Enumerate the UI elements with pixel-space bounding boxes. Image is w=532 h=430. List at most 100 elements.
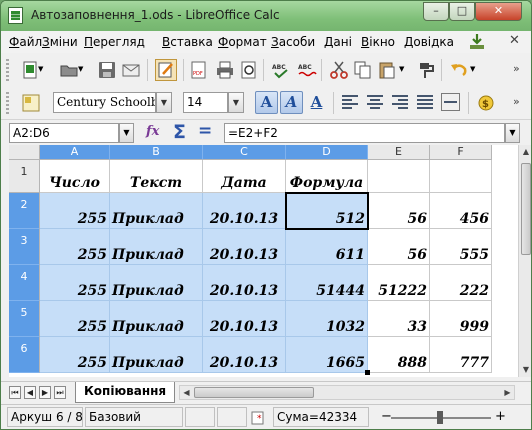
autofill-handle[interactable] [365,370,370,375]
align-left-icon[interactable] [341,93,360,111]
toolbar-grip[interactable] [6,59,9,81]
cell-b2[interactable]: Приклад [110,193,203,229]
vertical-scroll-thumb[interactable] [521,163,531,255]
cell-f4[interactable]: 222 [430,265,492,301]
function-wizard-icon[interactable]: fx [146,124,159,139]
cell-e5[interactable]: 33 [368,301,430,337]
column-header-c[interactable]: C [203,145,286,160]
align-right-icon[interactable] [391,93,410,111]
horizontal-scroll-thumb[interactable] [194,387,314,398]
clone-formatting-icon[interactable] [417,60,437,80]
row-header-1[interactable]: 1 [9,160,40,193]
close-button[interactable]: ✕ [475,2,522,21]
autospellcheck-icon[interactable]: ABC [297,60,317,80]
cell-d5[interactable]: 1032 [286,301,368,337]
column-header-a[interactable]: A [40,145,110,160]
cell-f2[interactable]: 456 [430,193,492,229]
styles-icon[interactable] [21,93,41,113]
cell-b4[interactable]: Приклад [110,265,203,301]
insert-mode-field[interactable] [185,407,215,427]
edit-mode-icon[interactable] [155,59,177,81]
menu-format[interactable]: Формат [218,35,267,49]
cell-b5[interactable]: Приклад [110,301,203,337]
first-sheet-icon[interactable]: ⏮ [9,386,21,399]
scroll-left-icon[interactable]: ◀ [180,386,193,399]
bold-button[interactable]: A [255,91,278,114]
close-document-icon[interactable]: ✕ [509,33,520,48]
horizontal-scrollbar[interactable]: ◀ ▶ [179,385,515,400]
cell-a3[interactable]: 255 [40,229,110,265]
sum-icon[interactable]: Σ [173,121,186,143]
paste-icon[interactable] [377,60,397,80]
cell-c2[interactable]: 20.10.13 [203,193,286,229]
select-all-corner[interactable] [9,145,40,160]
next-sheet-icon[interactable]: ▶ [39,386,51,399]
align-center-icon[interactable] [366,93,385,111]
cell-a2[interactable]: 255 [40,193,110,229]
open-dropdown-icon[interactable]: ▼ [78,65,83,73]
selection-mode-field[interactable] [217,407,247,427]
menu-file[interactable]: Файл [9,35,42,49]
paste-dropdown-icon[interactable]: ▼ [399,65,404,73]
cell-d4[interactable]: 51444 [286,265,368,301]
update-download-icon[interactable] [468,33,486,51]
cell-d6[interactable]: 1665 [286,337,368,373]
cell-a1[interactable]: Число [40,160,110,193]
toolbar-overflow-icon[interactable]: » [513,62,520,75]
cell-e3[interactable]: 56 [368,229,430,265]
cell-a4[interactable]: 255 [40,265,110,301]
cell-d1[interactable]: Формула [286,160,368,193]
undo-icon[interactable] [449,60,469,80]
name-box[interactable]: A2:D6 [9,123,119,143]
save-icon[interactable] [97,60,117,80]
cell-e4[interactable]: 51222 [368,265,430,301]
font-size-combo[interactable]: 14 [183,92,228,113]
cell-c6[interactable]: 20.10.13 [203,337,286,373]
cell-b1[interactable]: Текст [110,160,203,193]
spreadsheet-grid[interactable]: A B C D E F 1 2 3 4 5 6 Число Текст Дата Формула 255 Прик… [9,145,518,377]
cell-b3[interactable]: Приклад [110,229,203,265]
cell-c3[interactable]: 20.10.13 [203,229,286,265]
scroll-up-icon[interactable]: ▲ [519,145,531,159]
cell-c5[interactable]: 20.10.13 [203,301,286,337]
selection-sum[interactable]: Сума=42334 [273,407,369,427]
sheet-tab-active[interactable]: Копіювання [75,382,176,403]
vertical-scrollbar[interactable]: ▲ ▼ [518,145,531,377]
cut-icon[interactable] [329,60,349,80]
cell-f1[interactable] [430,160,492,193]
copy-icon[interactable] [353,60,373,80]
zoom-slider-knob[interactable] [437,411,443,424]
maximize-button[interactable]: □ [449,2,475,21]
prev-sheet-icon[interactable]: ◀ [24,386,36,399]
column-header-b[interactable]: B [110,145,203,160]
email-icon[interactable] [121,60,141,80]
font-size-dropdown[interactable]: ▼ [228,92,244,113]
name-box-dropdown[interactable]: ▼ [119,123,134,143]
row-header-5[interactable]: 5 [9,301,40,337]
merge-cells-icon[interactable] [441,93,460,111]
menu-tools[interactable]: Засоби [271,35,315,49]
cell-e2[interactable]: 56 [368,193,430,229]
cell-f3[interactable]: 555 [430,229,492,265]
font-name-dropdown[interactable]: ▼ [156,92,172,113]
cell-b6[interactable]: Приклад [110,337,203,373]
last-sheet-icon[interactable]: ⏭ [54,386,66,399]
spellcheck-icon[interactable]: ABC [271,60,291,80]
cell-f5[interactable]: 999 [430,301,492,337]
menu-data[interactable]: Дані [324,35,352,49]
cell-a5[interactable]: 255 [40,301,110,337]
column-header-d[interactable]: D [286,145,368,160]
cell-d3[interactable]: 611 [286,229,368,265]
cell-e1[interactable] [368,160,430,193]
column-header-e[interactable]: E [368,145,430,160]
new-dropdown-icon[interactable]: ▼ [38,65,43,73]
scroll-right-icon[interactable]: ▶ [501,386,514,399]
menu-help[interactable]: Довідка [404,35,454,49]
function-equals-icon[interactable]: = [198,121,212,141]
font-name-combo[interactable]: Century Schoolboo [53,92,156,113]
page-style[interactable]: Базовий [85,407,183,427]
cell-c4[interactable]: 20.10.13 [203,265,286,301]
toolbar-grip[interactable] [6,92,9,114]
row-header-6[interactable]: 6 [9,337,40,373]
export-pdf-icon[interactable]: PDF [189,60,209,80]
